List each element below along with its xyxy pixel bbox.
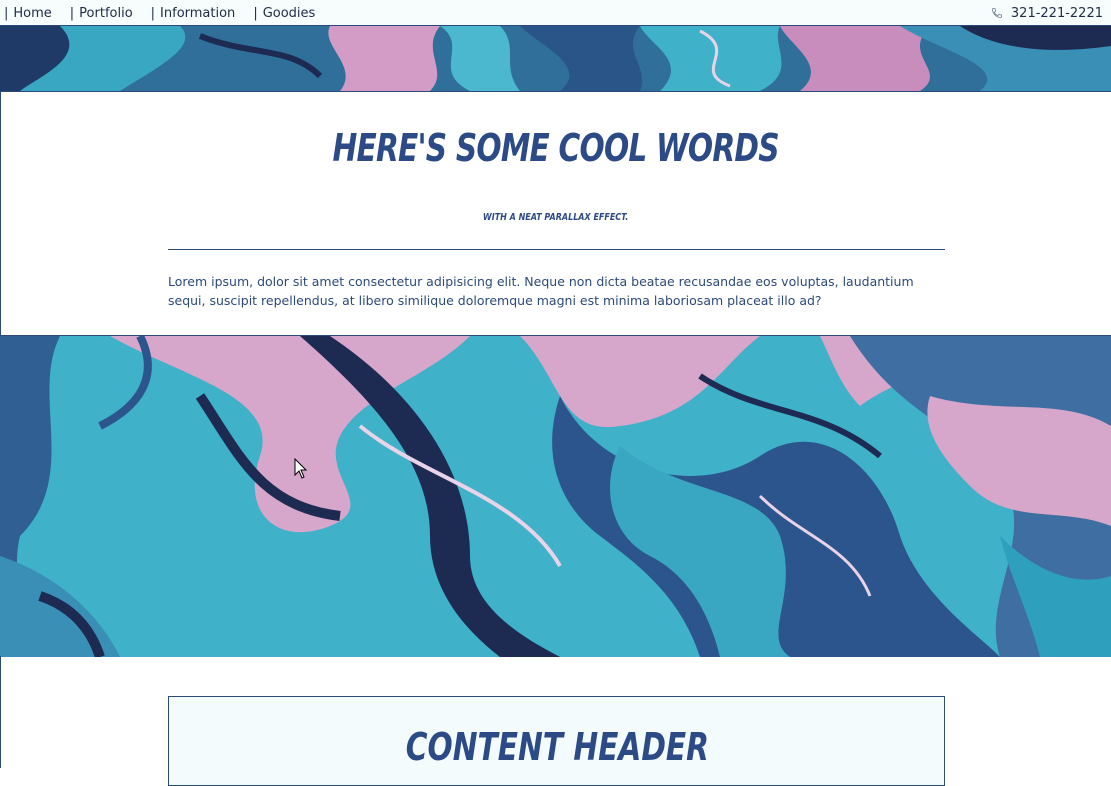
marble-banner-top (0, 26, 1111, 92)
nav-item-home[interactable]: | Home (4, 6, 52, 21)
top-nav: | Home | Portfolio | Information | Goodies 3… (0, 0, 1111, 26)
nav-item-portfolio[interactable]: | Portfolio (70, 6, 133, 21)
content-card: Content Header (168, 696, 945, 786)
hero-divider (168, 249, 945, 250)
phone-icon (992, 8, 1002, 18)
hero-body-text: Lorem ipsum, dolor sit amet consectetur … (168, 274, 914, 308)
phone-number: 321-221-2221 (1010, 5, 1103, 21)
left-border-lower (0, 656, 1, 768)
marble-parallax-banner (0, 335, 1111, 657)
nav-links: | Home | Portfolio | Information | Goodies (4, 0, 333, 26)
hero-subtitle: with a neat parallax effect. (482, 212, 629, 223)
mouse-cursor-icon (294, 458, 308, 479)
nav-item-information[interactable]: | Information (151, 6, 236, 21)
content-header: Content Header (405, 725, 710, 769)
nav-item-goodies[interactable]: | Goodies (253, 6, 315, 21)
hero-title: Here's some cool words (332, 126, 779, 170)
phone-contact[interactable]: 321-221-2221 (991, 0, 1103, 26)
left-border (0, 91, 1, 335)
